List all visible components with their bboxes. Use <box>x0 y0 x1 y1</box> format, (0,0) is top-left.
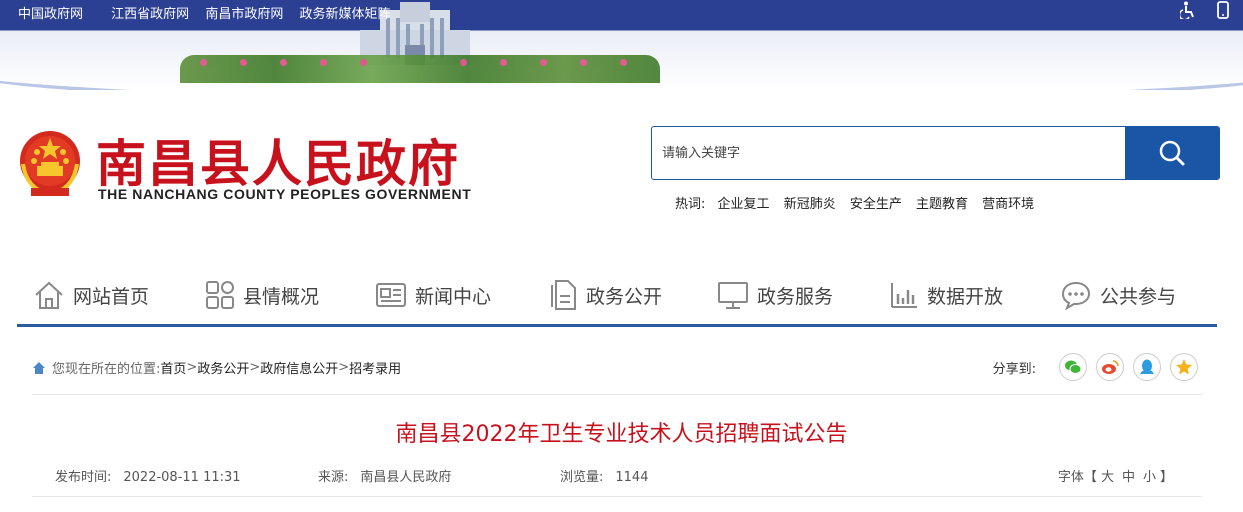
breadcrumb-link[interactable]: 招考录用 <box>349 358 401 377</box>
publish-time: 发布时间: 2022-08-11 11:31 <box>55 466 241 485</box>
search-input[interactable] <box>652 127 1142 179</box>
font-size-medium[interactable]: 中 <box>1122 470 1135 485</box>
hot-words-label: 热词: <box>675 197 706 212</box>
hot-word-link[interactable]: 安全生产 <box>850 197 902 212</box>
breadcrumb-link[interactable]: 政务公开 <box>197 358 249 377</box>
top-link[interactable]: 南昌市政府网 <box>205 7 283 22</box>
breadcrumb-separator: > <box>186 360 198 375</box>
hot-word-link[interactable]: 新冠肺炎 <box>784 197 836 212</box>
views-label: 浏览量: <box>560 470 604 485</box>
breadcrumb-link[interactable]: 首页 <box>160 358 186 377</box>
site-subtitle: THE NANCHANG COUNTY PEOPLES GOVERNMENT <box>98 186 472 202</box>
main-nav: 网站首页 县情概况 新闻中心 政务公开 政务服务 数据开放 公共参与 <box>17 268 1217 327</box>
hot-word-link[interactable]: 营商环境 <box>982 197 1034 212</box>
hot-word-link[interactable]: 企业复工 <box>718 197 770 212</box>
source-label: 来源: <box>318 470 349 485</box>
hot-word-link[interactable]: 主题教育 <box>916 197 968 212</box>
grid-icon <box>206 281 234 309</box>
wechat-icon[interactable] <box>1059 353 1087 381</box>
monitor-icon <box>718 282 748 309</box>
article-title: 南昌县2022年卫生专业技术人员招聘面试公告 <box>395 422 848 447</box>
nav-item-open-data[interactable]: 数据开放 <box>889 278 1003 312</box>
national-emblem-icon <box>20 131 80 197</box>
share-label: 分享到: <box>992 361 1036 377</box>
breadcrumb: 您现在所在的位置: 首页 > 政务公开 > 政府信息公开 > 招考录用 <box>32 358 401 377</box>
home-icon <box>33 361 45 374</box>
top-link[interactable]: 江西省政府网 <box>111 7 189 22</box>
top-link[interactable]: 中国政府网 <box>18 7 83 22</box>
flower-bed-image <box>180 55 660 83</box>
nav-item-label: 政务公开 <box>586 285 663 308</box>
breadcrumb-separator: > <box>249 360 261 375</box>
top-link[interactable]: 政务新媒体矩阵 <box>299 7 390 22</box>
nav-item-news[interactable]: 新闻中心 <box>375 278 491 312</box>
share-bar: 分享到: <box>993 353 1198 381</box>
hot-words: 热词: 企业复工 新冠肺炎 安全生产 主题教育 营商环境 <box>675 193 1044 212</box>
source-value: 南昌县人民政府 <box>360 470 452 485</box>
top-links: 中国政府网 江西省政府网 南昌市政府网 政务新媒体矩阵 <box>18 3 402 22</box>
font-size-small[interactable]: 小 <box>1143 470 1156 485</box>
divider <box>32 394 1202 395</box>
weibo-icon[interactable] <box>1096 353 1124 381</box>
article-source: 来源: 南昌县人民政府 <box>318 466 451 485</box>
mobile-icon[interactable] <box>1217 1 1229 23</box>
meta-divider <box>32 496 1202 497</box>
nav-item-label: 网站首页 <box>73 285 150 308</box>
nav-item-gov-service[interactable]: 政务服务 <box>717 278 833 312</box>
search-box <box>651 126 1220 180</box>
views-value: 1144 <box>615 470 649 485</box>
nav-item-home[interactable]: 网站首页 <box>33 278 149 312</box>
breadcrumb-link[interactable]: 政府信息公开 <box>260 358 338 377</box>
font-size-label: 字体【 <box>1057 470 1097 485</box>
nav-item-county[interactable]: 县情概况 <box>205 278 319 312</box>
nav-item-participation[interactable]: 公共参与 <box>1060 278 1176 312</box>
view-count: 浏览量: 1144 <box>560 466 648 485</box>
document-icon <box>551 280 576 310</box>
font-size-large[interactable]: 大 <box>1101 470 1114 485</box>
font-size-close: 】 <box>1159 470 1173 485</box>
search-icon <box>1159 140 1185 166</box>
nav-item-label: 公共参与 <box>1100 285 1177 308</box>
breadcrumb-prefix: 您现在所在的位置: <box>52 362 161 377</box>
chat-icon <box>1061 281 1091 310</box>
publish-time-label: 发布时间: <box>55 470 112 485</box>
publish-time-value: 2022-08-11 11:31 <box>123 470 241 485</box>
qq-icon[interactable] <box>1133 353 1161 381</box>
top-icons <box>1164 1 1229 23</box>
nav-item-label: 政务服务 <box>757 285 834 308</box>
nav-item-gov-affairs[interactable]: 政务公开 <box>548 278 662 312</box>
nav-item-label: 县情概况 <box>243 285 320 308</box>
top-banner: 中国政府网 江西省政府网 南昌市政府网 政务新媒体矩阵 <box>0 0 1243 90</box>
nav-item-label: 新闻中心 <box>415 285 492 308</box>
home-icon <box>35 281 63 309</box>
news-icon <box>376 283 406 307</box>
search-button[interactable] <box>1125 127 1219 179</box>
bar-chart-icon <box>891 283 917 308</box>
accessibility-icon[interactable] <box>1178 1 1196 23</box>
nav-item-label: 数据开放 <box>927 285 1004 308</box>
qzone-icon[interactable] <box>1170 353 1198 381</box>
breadcrumb-separator: > <box>338 360 350 375</box>
font-size-switcher: 字体【大中小】 <box>1058 466 1173 485</box>
